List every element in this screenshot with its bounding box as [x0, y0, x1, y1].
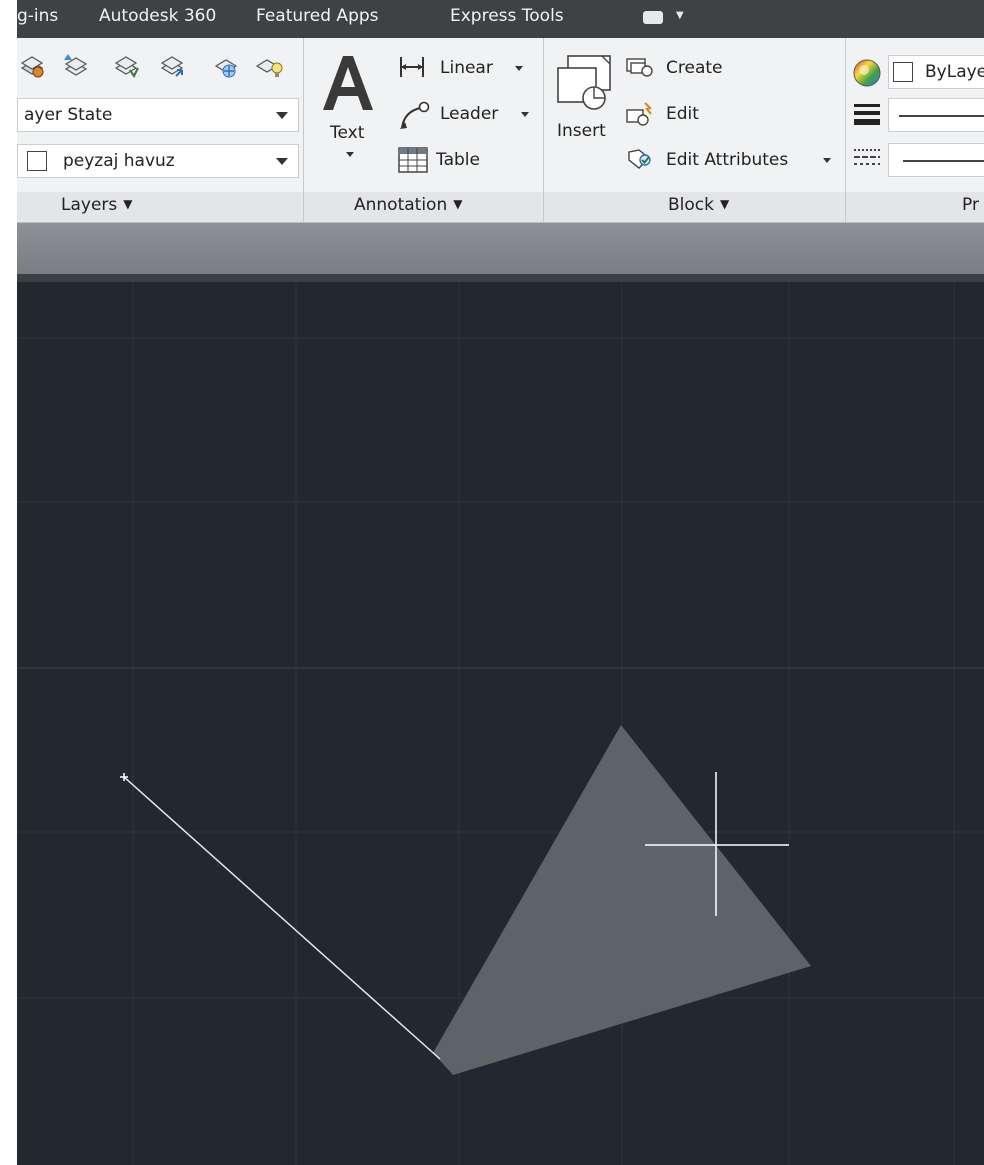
tab-express-tools[interactable]: Express Tools: [450, 6, 564, 26]
lineweight-preview: [899, 115, 984, 117]
annotation-panel-title[interactable]: Annotation ▼: [354, 195, 462, 215]
current-layer-text: peyzaj havuz: [63, 151, 175, 171]
layers-panel-title[interactable]: Layers ▼: [61, 195, 133, 215]
window-left-edge: [0, 0, 17, 1165]
layer-state-dropdown[interactable]: ayer State: [17, 98, 299, 132]
create-block-button[interactable]: Create: [666, 58, 723, 78]
chevron-down-icon: ▼: [123, 197, 133, 211]
block-title-text: Block: [668, 195, 714, 215]
ribbon-panel-titles: [0, 192, 984, 223]
edit-attributes-icon: [628, 149, 651, 169]
color-swatch: [893, 62, 913, 82]
linetype-preview: [903, 160, 984, 162]
insert-button[interactable]: Insert: [557, 121, 606, 141]
layer-match-icon[interactable]: [18, 50, 46, 80]
leader-icon: [400, 101, 430, 129]
chevron-down-icon[interactable]: [823, 158, 831, 163]
table-icon: [398, 147, 428, 173]
chevron-down-icon: [276, 112, 288, 119]
layer-off-icon[interactable]: [255, 50, 283, 80]
panel-divider: [845, 38, 846, 222]
annotation-title-text: Annotation: [354, 195, 448, 215]
layer-unisolate-icon[interactable]: [158, 50, 186, 80]
color-wheel-icon[interactable]: [852, 58, 882, 88]
chevron-down-icon[interactable]: [515, 66, 523, 71]
polyline-segment[interactable]: [123, 776, 441, 1060]
strip-shadow: [0, 274, 984, 282]
autocad-window: g-ins Autodesk 360 Featured Apps Express…: [0, 0, 984, 1165]
chevron-down-icon[interactable]: [346, 152, 354, 157]
properties-title-text: Pr: [962, 195, 979, 215]
canvas-svg: [0, 282, 984, 1165]
layer-dropdown[interactable]: peyzaj havuz: [17, 144, 299, 178]
chevron-down-icon[interactable]: [521, 112, 529, 117]
block-panel-title[interactable]: Block ▼: [668, 195, 729, 215]
drawing-canvas[interactable]: [0, 282, 984, 1165]
leader-button[interactable]: Leader: [440, 104, 498, 124]
create-block-icon: [626, 58, 653, 77]
chevron-down-icon: [276, 158, 288, 165]
edit-block-icon: [626, 102, 653, 126]
layer-freeze-icon[interactable]: [212, 50, 240, 80]
tab-autodesk-360[interactable]: Autodesk 360: [99, 6, 216, 26]
color-value-text: ByLaye: [925, 62, 984, 82]
edit-block-button[interactable]: Edit: [666, 104, 699, 124]
linetype-icon: [854, 149, 880, 165]
chevron-down-icon: ▼: [453, 197, 463, 211]
layer-isolate-icon[interactable]: [112, 50, 140, 80]
insert-block-icon[interactable]: [554, 50, 614, 114]
color-dropdown[interactable]: ByLaye: [888, 55, 984, 89]
layer-color-swatch: [27, 151, 47, 171]
linear-button[interactable]: Linear: [440, 58, 493, 78]
panel-divider: [303, 38, 304, 222]
table-button[interactable]: Table: [436, 150, 480, 170]
layers-title-text: Layers: [61, 195, 118, 215]
triangle-shape[interactable]: [433, 725, 811, 1075]
text-button[interactable]: Text: [330, 123, 364, 143]
ribbon-tab-bar: g-ins Autodesk 360 Featured Apps Express…: [0, 0, 984, 38]
layer-previous-icon[interactable]: [60, 50, 88, 80]
linear-dimension-icon: [400, 57, 424, 77]
edit-attributes-button[interactable]: Edit Attributes: [666, 150, 788, 170]
panel-divider: [543, 38, 544, 222]
chevron-down-icon[interactable]: ▼: [676, 10, 684, 21]
properties-panel-title[interactable]: Pr: [962, 195, 979, 215]
file-tab-strip: [0, 223, 984, 274]
chevron-down-icon: ▼: [719, 197, 730, 211]
tab-featured-apps[interactable]: Featured Apps: [256, 6, 379, 26]
layer-state-text: ayer State: [24, 105, 113, 125]
tab-plug-ins[interactable]: g-ins: [17, 6, 58, 26]
text-icon[interactable]: [320, 52, 376, 112]
lineweight-dropdown[interactable]: [888, 98, 984, 132]
linetype-dropdown[interactable]: [888, 143, 984, 177]
panel-switch-icon[interactable]: [643, 11, 663, 24]
lineweight-icon: [854, 104, 880, 125]
